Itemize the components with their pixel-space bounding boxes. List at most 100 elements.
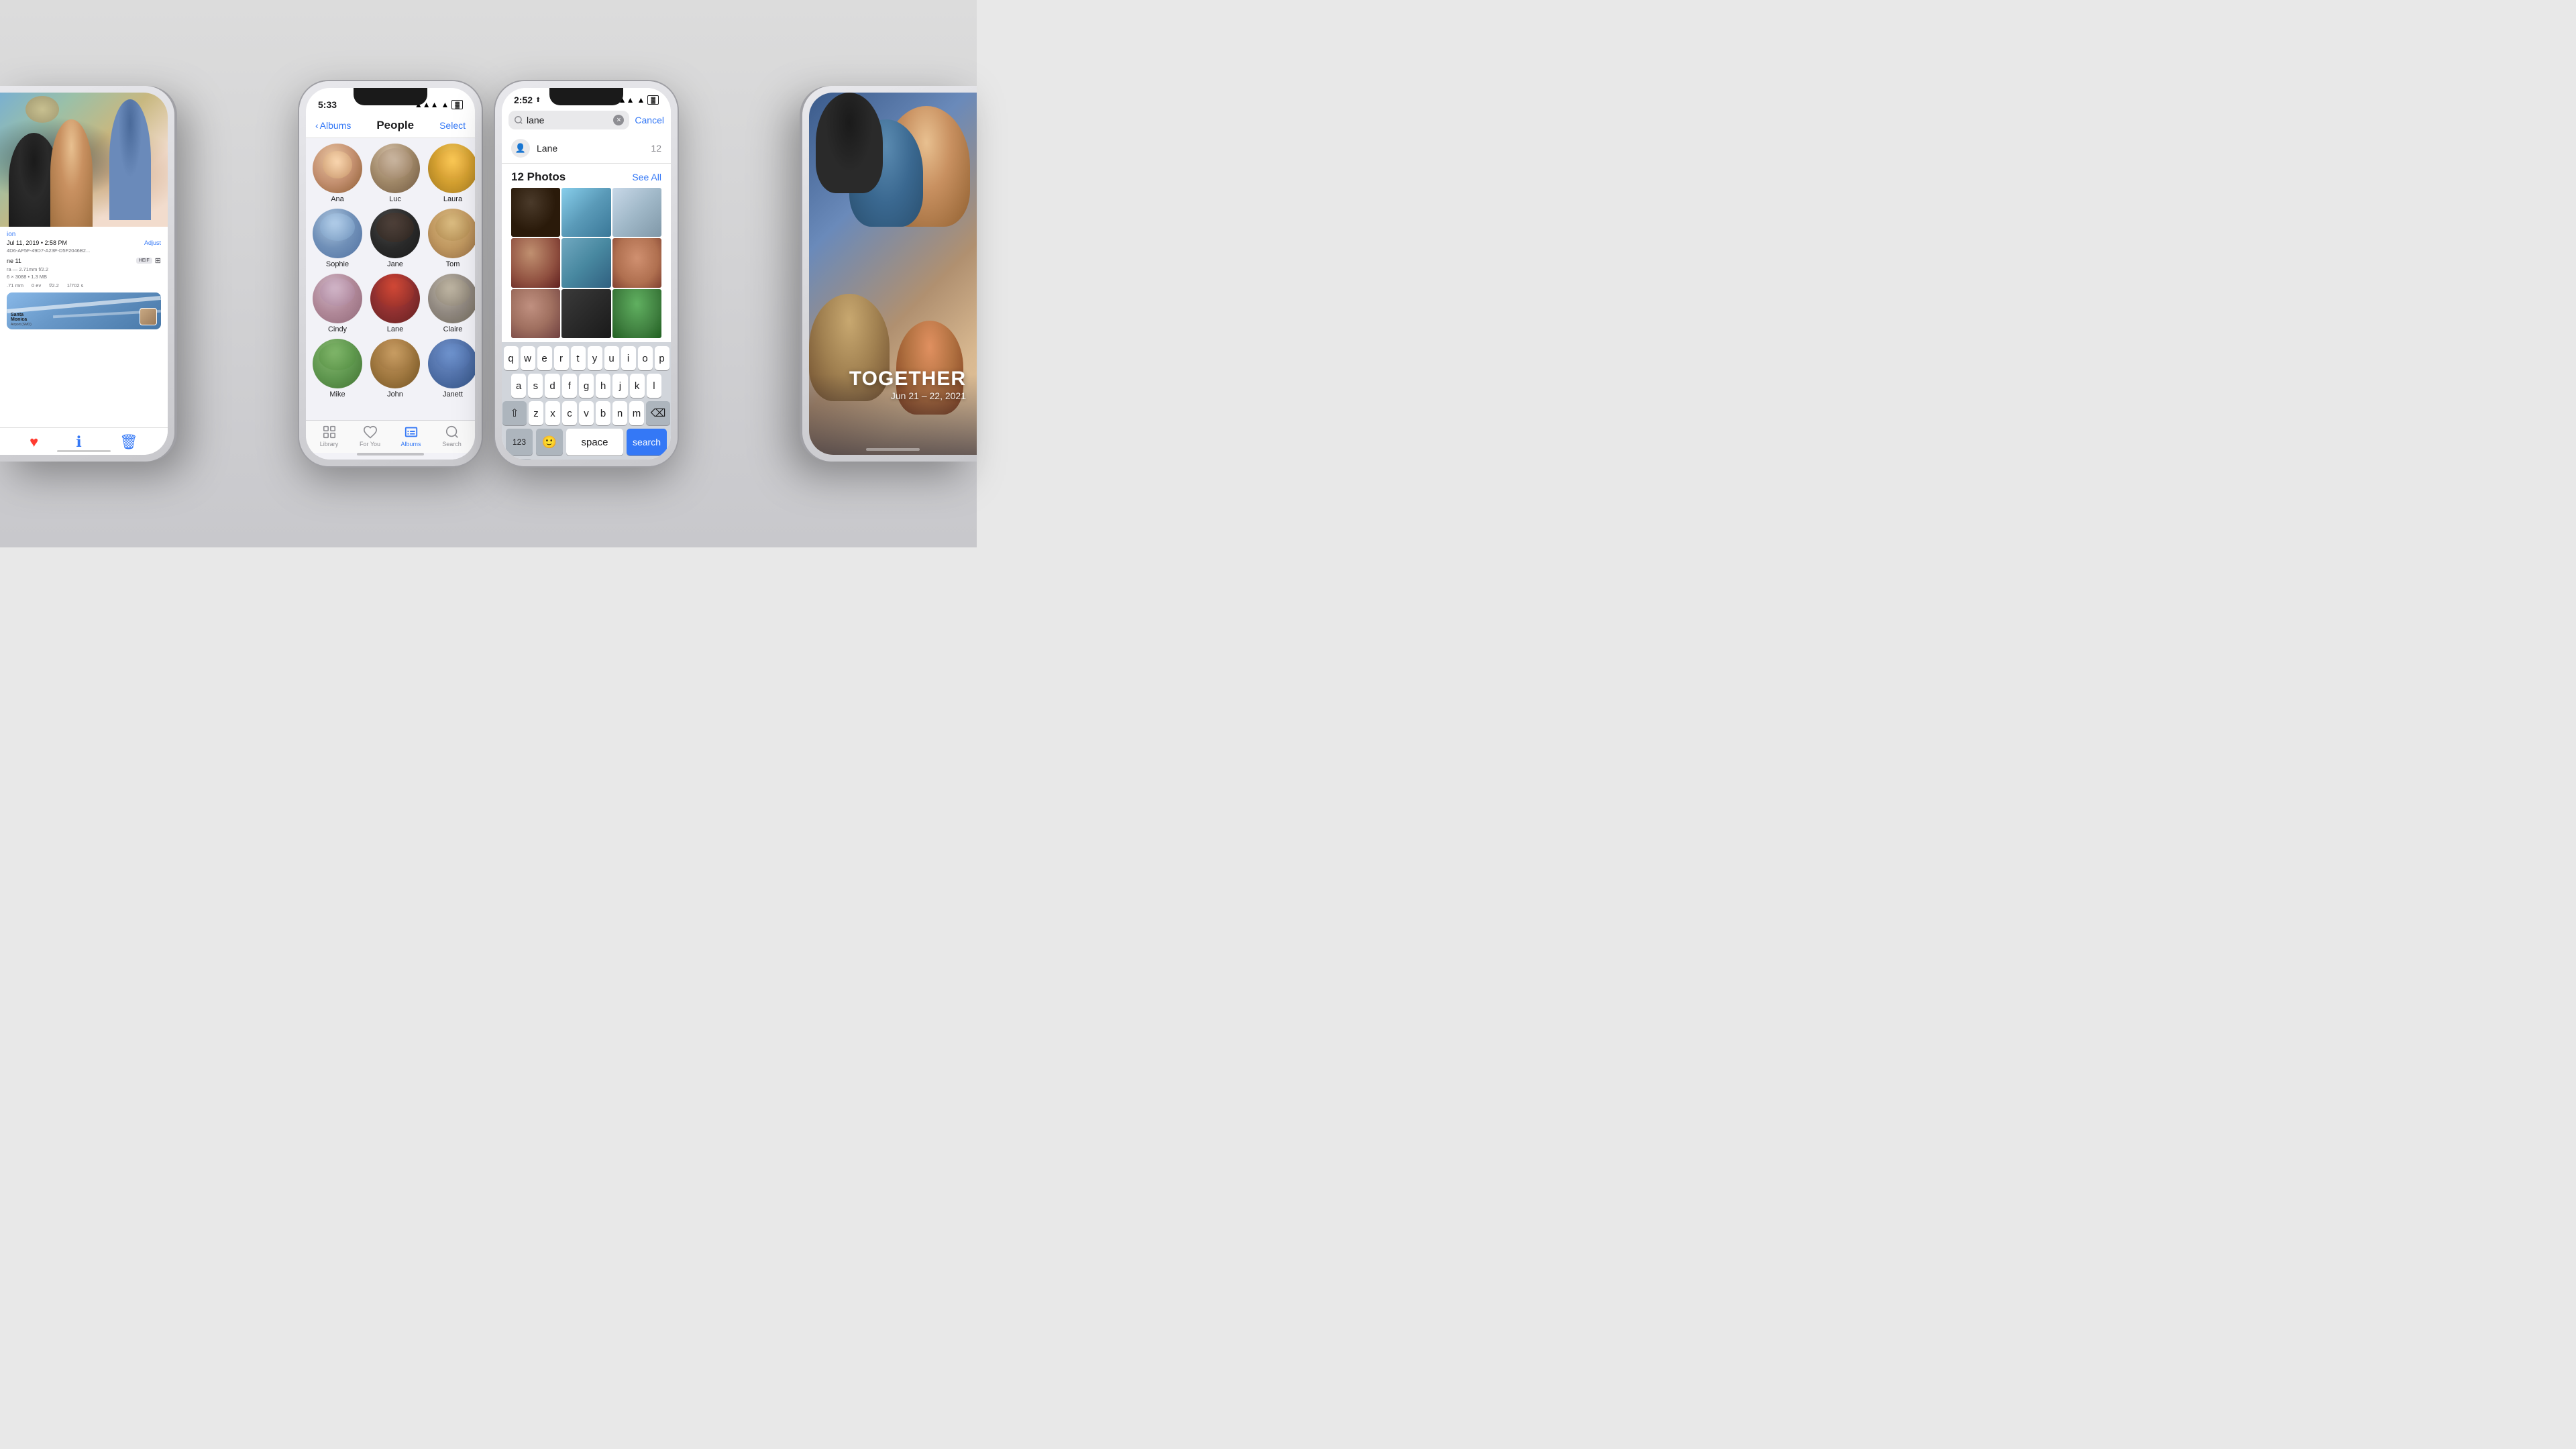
tab-for-you[interactable]: For You [350,425,390,447]
person-item-janett[interactable]: Janett [428,339,475,398]
person-name-lane: Lane [387,325,403,333]
photo-thumb-4[interactable] [511,238,560,287]
person-item-ana[interactable]: Ana [313,144,362,203]
key-e[interactable]: e [537,346,552,370]
person-item-mike[interactable]: Mike [313,339,362,398]
photo-hash: 4D6-AF5F-49D7-A23F-D5F2046B2... [7,248,161,254]
key-x[interactable]: x [545,401,560,425]
person-item-claire[interactable]: Claire [428,274,475,333]
key-f[interactable]: f [562,374,577,398]
search-bar: lane × Cancel [502,107,671,133]
key-t[interactable]: t [571,346,586,370]
emoji-key[interactable]: 🙂 [536,429,563,455]
photo-thumb-8[interactable] [561,289,610,338]
phone3: 2:52 ⬆ ▲▲▲ ▲ ▓ lane × C [495,81,678,466]
key-n[interactable]: n [612,401,627,425]
key-p[interactable]: p [655,346,669,370]
together-date: Jun 21 – 22, 2021 [849,390,966,401]
photo-thumb-2[interactable] [561,188,610,237]
key-b[interactable]: b [596,401,610,425]
photo-grid [502,188,671,342]
key-i[interactable]: i [621,346,636,370]
person-item-sophie[interactable]: Sophie [313,209,362,268]
notch [354,88,427,105]
person-item-jane[interactable]: Jane [370,209,420,268]
photo-thumb-6[interactable] [612,238,661,287]
tab-search-label: Search [442,441,462,447]
select-button[interactable]: Select [439,120,466,131]
key-a[interactable]: a [511,374,526,398]
person-item-lane[interactable]: Lane [370,274,420,333]
delete-key[interactable]: ⌫ [646,401,670,425]
key-l[interactable]: l [647,374,661,398]
photo-thumb-3[interactable] [612,188,661,237]
delete-button[interactable]: 🗑 [119,433,138,451]
search-key[interactable]: search [627,429,667,455]
person-item-laura[interactable]: Laura [428,144,475,203]
key-z[interactable]: z [529,401,543,425]
key-s[interactable]: s [528,374,543,398]
person-name-cindy: Cindy [328,325,347,333]
adjust-button[interactable]: Adjust [144,239,161,246]
search-cancel-button[interactable]: Cancel [635,115,664,125]
photo-date: Jul 11, 2019 • 2:58 PM [7,239,67,246]
search-query-field[interactable]: lane [527,115,610,125]
key-o[interactable]: o [638,346,653,370]
key-u[interactable]: u [604,346,619,370]
key-r[interactable]: r [554,346,569,370]
key-q[interactable]: q [504,346,519,370]
tab-foryou-label: For You [360,441,380,447]
key-w[interactable]: w [521,346,535,370]
space-key[interactable]: space [566,429,623,455]
home-indicator [306,453,475,460]
see-all-button[interactable]: See All [632,172,661,182]
back-albums-button[interactable]: ‹ Albums [315,120,351,131]
tab-library[interactable]: Library [309,425,350,447]
person-name-tom: Tom [446,260,460,268]
shutter-speed: 1/702 s [67,282,84,288]
person-name-jane: Jane [387,260,403,268]
device-name: ne 11 [7,258,21,264]
key-j[interactable]: j [612,374,627,398]
tab-albums[interactable]: Albums [390,425,431,447]
key-m[interactable]: m [629,401,644,425]
map-subtitle: Airport (SMO) [11,323,32,327]
person-name-ana: Ana [331,195,344,203]
search-result-row[interactable]: 👤 Lane 12 [502,133,671,164]
key-h[interactable]: h [596,374,610,398]
photo-thumb-9[interactable] [612,289,661,338]
key-c[interactable]: c [562,401,577,425]
globe-key[interactable]: 🌐 [506,459,533,460]
like-button[interactable]: ♥ [30,433,38,451]
num-key[interactable]: 123 [506,429,533,455]
tab-bar: Library For You Albums Search [306,420,475,453]
key-d[interactable]: d [545,374,559,398]
photos-count-title: 12 Photos [511,170,566,184]
photo-thumb-7[interactable] [511,289,560,338]
battery-icon-3: ▓ [647,95,659,105]
phone1-partial: ion Jul 11, 2019 • 2:58 PM Adjust 4D6-AF… [0,86,174,462]
photo-specs: ra — 2.71mm f/2.2 [7,266,161,272]
key-y[interactable]: y [588,346,602,370]
together-title: TOGETHER [849,368,966,390]
search-clear-button[interactable]: × [613,115,624,125]
key-g[interactable]: g [579,374,594,398]
person-item-luc[interactable]: Luc [370,144,420,203]
info-button[interactable]: ℹ [76,433,81,451]
person-item-john[interactable]: John [370,339,420,398]
photo-thumb-5[interactable] [561,238,610,287]
status-time: 5:33 [318,99,337,110]
key-k[interactable]: k [630,374,645,398]
key-v[interactable]: v [579,401,594,425]
shift-key[interactable]: ⇧ [502,401,527,425]
photo-thumb-1[interactable] [511,188,560,237]
person-item-tom[interactable]: Tom [428,209,475,268]
person-item-cindy[interactable]: Cindy [313,274,362,333]
search-result-count: 12 [651,143,661,154]
photos-section-header: 12 Photos See All [502,164,671,188]
map-city-name: Santa [11,313,32,318]
map-thumbnail[interactable]: Santa Monica Airport (SMO) [7,292,161,329]
status-time-search: 2:52 [514,95,533,105]
tab-albums-label: Albums [400,441,421,447]
tab-search[interactable]: Search [431,425,472,447]
